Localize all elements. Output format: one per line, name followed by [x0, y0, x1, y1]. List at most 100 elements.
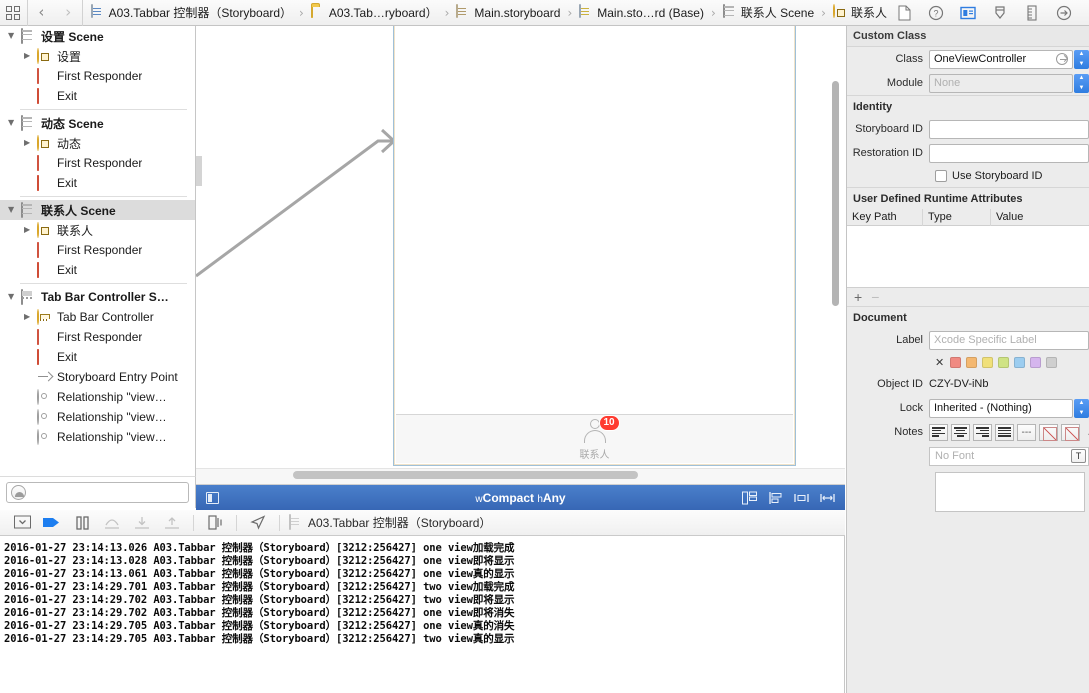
outline-row-first-responder[interactable]: . First Responder [16, 240, 195, 260]
debug-console[interactable]: 2016-01-27 23:14:13.026 A03.Tabbar 控制器（S… [0, 536, 845, 693]
align-left-button[interactable] [929, 423, 948, 441]
outline-row-first-responder[interactable]: . First Responder [16, 327, 195, 347]
outline-row-first-responder[interactable]: . First Responder [16, 66, 195, 86]
outline-row-view-controller[interactable]: ▶ 设置 [16, 46, 195, 66]
outline-row-first-responder[interactable]: . First Responder [16, 153, 195, 173]
related-items-icon[interactable] [0, 0, 27, 26]
restoration-id-field[interactable] [929, 143, 1089, 163]
class-dropdown-stepper[interactable]: ▲ ▼ [1074, 49, 1089, 69]
outline-row-relationship[interactable]: . Relationship "view… [16, 407, 195, 427]
disclosure-triangle-icon[interactable]: ▶ [24, 52, 37, 60]
class-field[interactable]: OneViewController [929, 49, 1073, 69]
disclosure-triangle-icon[interactable]: ▶ [24, 226, 37, 234]
identity-inspector-icon[interactable] [953, 1, 983, 25]
storyboard-id-field[interactable] [929, 119, 1089, 139]
pause-icon[interactable] [68, 512, 96, 534]
clear-color-button[interactable]: ✕ [935, 356, 944, 369]
identity-inspector[interactable]: Custom Class Class OneViewController ▲ ▼ … [846, 26, 1089, 693]
breadcrumb-item-view-controller[interactable]: 联系人 [831, 0, 889, 26]
hide-console-icon[interactable] [8, 512, 36, 534]
udra-add-button[interactable]: + [854, 289, 862, 305]
device-preview-button[interactable] [196, 491, 219, 504]
outline-row-scene[interactable]: ▼ 设置 Scene [0, 26, 195, 46]
color-swatch-green[interactable] [998, 356, 1010, 368]
view-debugging-icon[interactable] [201, 512, 229, 534]
font-field[interactable]: No Font T [929, 446, 1089, 466]
use-storyboard-id-checkbox[interactable] [935, 170, 947, 182]
outline-row-scene-selected[interactable]: ▼ 联系人 Scene [0, 200, 195, 220]
notes-more-button[interactable]: … [1083, 424, 1089, 441]
forward-button[interactable]: › [55, 0, 82, 26]
color-swatch-red[interactable] [950, 356, 962, 368]
continue-icon[interactable] [38, 512, 66, 534]
canvas-horizontal-scrollbar[interactable] [293, 471, 638, 479]
outline-filter-field[interactable] [6, 482, 189, 503]
breadcrumb-item-storyboard-base[interactable]: Main.sto…rd (Base) [577, 0, 706, 26]
back-button[interactable]: ‹ [28, 0, 55, 26]
step-over-icon[interactable] [98, 512, 126, 534]
document-outline[interactable]: ▼ 设置 Scene ▶ 设置 . First Responder . Exit… [0, 26, 196, 476]
text-color-button[interactable] [1039, 423, 1058, 441]
disclosure-triangle-icon[interactable]: ▶ [24, 139, 37, 147]
outline-row-tabbar-controller[interactable]: ▶ Tab Bar Controller [16, 307, 195, 327]
breadcrumb-item-storyboard[interactable]: Main.storyboard [454, 0, 562, 26]
debug-breadcrumb[interactable]: A03.Tabbar 控制器（Storyboard） [289, 514, 491, 531]
align-icon[interactable] [768, 491, 783, 505]
align-justify-button[interactable] [995, 423, 1014, 441]
step-out-icon[interactable] [158, 512, 186, 534]
quick-help-inspector-icon[interactable]: ? [921, 1, 951, 25]
document-label-field[interactable]: Xcode Specific Label [929, 330, 1089, 350]
step-into-icon[interactable] [128, 512, 156, 534]
color-swatch-yellow[interactable] [982, 356, 994, 368]
lock-field[interactable]: Inherited - (Nothing) [929, 398, 1073, 418]
show-assistant-grid-icon[interactable] [742, 491, 757, 505]
outline-row-relationship[interactable]: . Relationship "view… [16, 387, 195, 407]
font-panel-button[interactable]: T [1071, 449, 1086, 463]
view-controller-frame[interactable]: 10 联系人 [393, 26, 796, 466]
udra-table[interactable] [847, 226, 1089, 288]
tab-bar[interactable]: 10 联系人 [396, 414, 793, 463]
align-center-button[interactable] [951, 423, 970, 441]
attributes-inspector-icon[interactable] [985, 1, 1015, 25]
udra-remove-button[interactable]: − [871, 289, 879, 305]
connections-inspector-icon[interactable] [1049, 1, 1079, 25]
disclosure-triangle-icon[interactable]: ▼ [8, 293, 21, 301]
breadcrumb-item-folder[interactable]: A03.Tab…ryboard） [309, 0, 440, 26]
breadcrumb-item-scene[interactable]: 联系人 Scene [721, 0, 816, 26]
outline-row-tabbar-scene[interactable]: ▼ Tab Bar Controller S… [0, 287, 195, 307]
canvas-vertical-scrollbar[interactable] [832, 81, 839, 306]
color-swatch-orange[interactable] [966, 356, 978, 368]
outline-row-exit[interactable]: . Exit [16, 86, 195, 106]
outline-filter-input[interactable] [26, 486, 188, 499]
size-inspector-icon[interactable] [1017, 1, 1047, 25]
disclosure-triangle-icon[interactable]: ▼ [8, 119, 21, 127]
outline-row-view-controller[interactable]: ▶ 动态 [16, 133, 195, 153]
align-right-button[interactable] [973, 423, 992, 441]
outline-row-exit[interactable]: . Exit [16, 260, 195, 280]
outline-row-relationship[interactable]: . Relationship "view… [16, 427, 195, 447]
background-color-button[interactable] [1061, 423, 1080, 441]
module-dropdown-stepper[interactable]: ▲ ▼ [1074, 73, 1089, 93]
outline-row-view-controller[interactable]: ▶ 联系人 [16, 220, 195, 240]
pin-icon[interactable] [794, 491, 809, 505]
tab-bar-item-contacts[interactable]: 10 联系人 [580, 414, 620, 461]
outline-row-exit[interactable]: . Exit [16, 173, 195, 193]
outline-row-entry-point[interactable]: . Storyboard Entry Point [16, 367, 195, 387]
color-swatch-gray[interactable] [1046, 356, 1058, 368]
line-spacing-button[interactable]: --- [1017, 423, 1036, 441]
resolve-auto-layout-icon[interactable] [820, 491, 835, 505]
breadcrumb-item-project[interactable]: A03.Tabbar 控制器（Storyboard） [89, 0, 294, 26]
color-swatch-purple[interactable] [1030, 356, 1042, 368]
use-storyboard-id-row[interactable]: Use Storyboard ID [847, 165, 1089, 187]
disclosure-triangle-icon[interactable]: ▶ [24, 313, 37, 321]
outline-row-scene[interactable]: ▼ 动态 Scene [0, 113, 195, 133]
disclosure-triangle-icon[interactable]: ▼ [8, 206, 21, 214]
file-inspector-icon[interactable] [889, 1, 919, 25]
simulate-location-icon[interactable] [244, 512, 272, 534]
lock-dropdown-stepper[interactable]: ▲ ▼ [1074, 398, 1089, 418]
notes-textarea[interactable] [935, 472, 1085, 512]
outline-row-exit[interactable]: . Exit [16, 347, 195, 367]
open-in-editor-icon[interactable] [1056, 53, 1068, 65]
module-field[interactable]: None [929, 73, 1073, 93]
color-swatch-blue[interactable] [1014, 356, 1026, 368]
